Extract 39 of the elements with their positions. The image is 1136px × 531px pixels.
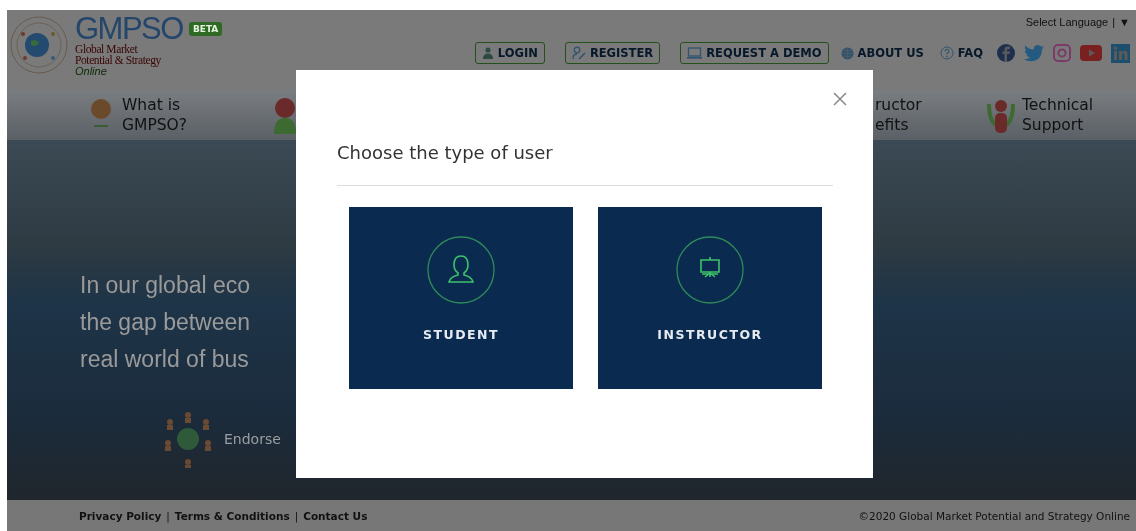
separator-text: | xyxy=(294,509,299,522)
copyright-text: ©2020 Global Market Potential and Strategy Online xyxy=(858,509,1130,522)
user-type-button[interactable]: STUDENT xyxy=(349,207,573,389)
globe-icon xyxy=(840,46,854,60)
beta-badge: BETA xyxy=(188,22,223,36)
close-icon[interactable] xyxy=(833,92,847,106)
user-type-button[interactable]: INSTRUCTOR xyxy=(598,207,822,389)
user-icon xyxy=(481,47,494,59)
language-selector[interactable]: Select Language | ▼ xyxy=(1025,16,1130,28)
footer-link[interactable]: Contact Us xyxy=(303,509,368,522)
logo-subtitle: Global Market xyxy=(75,44,139,55)
modal-title: Choose the type of user xyxy=(337,142,833,186)
menu-item[interactable]: ructor efits xyxy=(875,95,987,135)
endorsement-label: Endorse xyxy=(224,431,281,447)
logo-subtitle: Potential & Strategy xyxy=(75,55,162,66)
monitor-icon xyxy=(687,47,703,59)
twitter-icon[interactable] xyxy=(1024,44,1044,62)
nav-link[interactable]: FAQ xyxy=(935,42,987,64)
globe-logo-icon xyxy=(9,14,69,76)
logo-tagline: Online xyxy=(75,66,108,77)
nav-link[interactable]: ABOUT US xyxy=(836,42,928,64)
user-pen-icon xyxy=(571,46,586,60)
nav-button[interactable]: REGISTER xyxy=(564,42,661,64)
menu-item[interactable]: What is GMPSO? xyxy=(122,95,260,135)
footer-link[interactable]: Privacy Policy xyxy=(79,509,162,522)
facebook-icon[interactable] xyxy=(997,44,1015,62)
youtube-icon[interactable] xyxy=(1080,45,1102,61)
hero-heading: In our global eco the gap between real world of bus xyxy=(80,271,251,374)
question-icon xyxy=(939,46,954,60)
nav-button[interactable]: LOGIN xyxy=(474,42,545,64)
nav-button[interactable]: REQUEST A DEMO xyxy=(680,42,829,64)
footer-link[interactable]: Terms & Conditions xyxy=(174,509,290,522)
user-icon xyxy=(426,235,496,305)
logo-title: GMPSO xyxy=(75,14,183,44)
menu-item[interactable]: Technical Support xyxy=(1022,95,1136,135)
linkedin-icon[interactable] xyxy=(1111,43,1130,63)
instagram-icon[interactable] xyxy=(1053,44,1071,62)
separator-text: | xyxy=(166,509,170,522)
easel-icon xyxy=(675,235,745,305)
